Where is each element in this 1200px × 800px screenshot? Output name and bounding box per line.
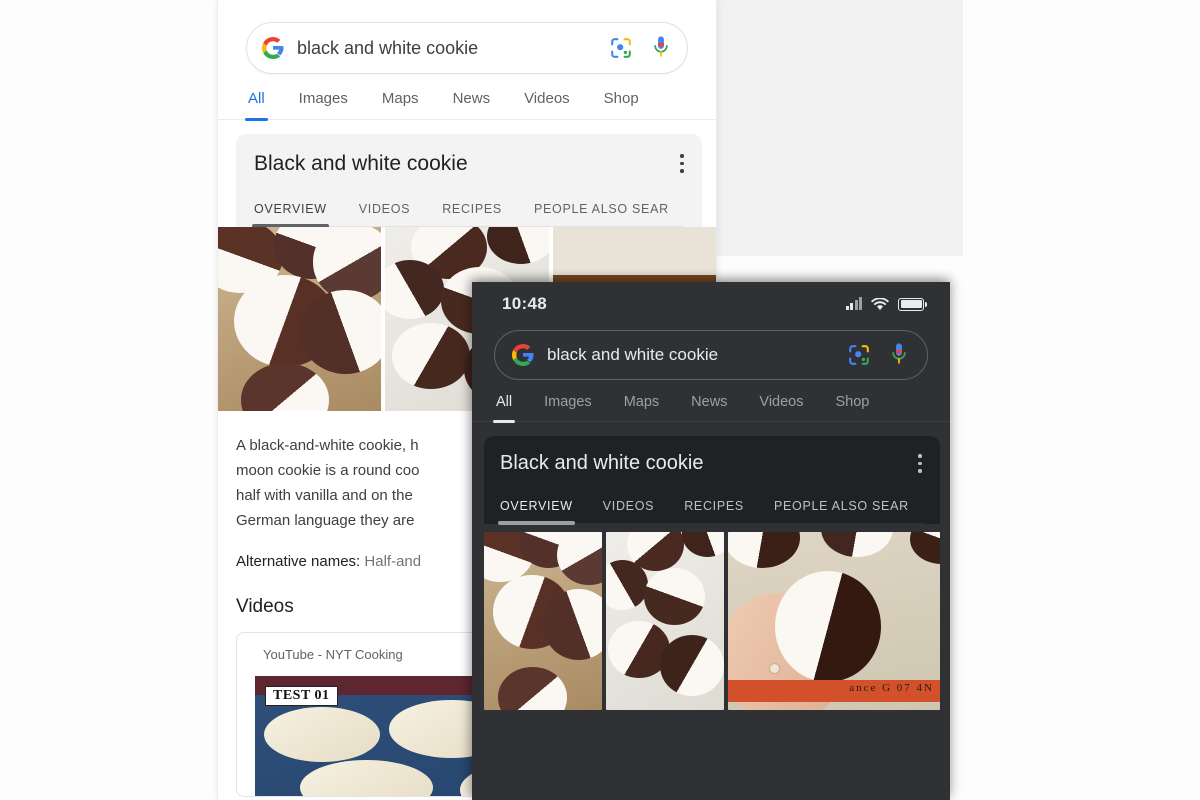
alternative-names-value: Half-and [364,553,422,570]
status-bar-icons [845,296,927,311]
light-knowledge-card-tabs[interactable]: OVERVIEW VIDEOS RECIPES PEOPLE ALSO SEAR [252,202,684,228]
light-kc-tab-videos[interactable]: VIDEOS [359,202,410,226]
dark-mode-phone-screenshot: 10:48 black and white cookie All Images … [472,282,950,800]
status-bar-clock: 10:48 [502,294,547,313]
dark-knowledge-card-images[interactable]: ance G 07 4N [484,532,940,710]
test-badge: TEST 01 [265,686,338,706]
light-tab-maps[interactable]: Maps [382,90,419,119]
light-tab-images[interactable]: Images [299,90,348,119]
dark-tab-images[interactable]: Images [544,394,592,421]
light-kc-tab-recipes[interactable]: RECIPES [442,202,502,226]
cell-signal-icon [845,297,862,310]
google-g-icon [262,37,284,59]
light-kc-image-1[interactable] [218,227,382,411]
alternative-names-label: Alternative names: [236,553,361,570]
light-knowledge-card: Black and white cookie OVERVIEW VIDEOS R… [236,134,702,228]
dark-knowledge-card-title: Black and white cookie [500,452,704,474]
dark-tab-shop[interactable]: Shop [836,394,870,421]
dark-knowledge-card: Black and white cookie OVERVIEW VIDEOS R… [484,436,940,525]
light-kc-tab-overview[interactable]: OVERVIEW [252,202,329,228]
dark-search-tabs[interactable]: All Images Maps News Videos Shop [472,394,950,423]
microphone-icon[interactable] [651,35,671,61]
dark-kc-image-3[interactable]: ance G 07 4N [728,532,940,710]
light-tab-all[interactable]: All [245,90,268,121]
google-lens-icon[interactable] [609,36,633,60]
screenshot-stage: black and white cookie All Images Maps N… [0,0,1200,800]
cookie-photo [484,532,602,710]
kebab-menu-icon[interactable] [918,454,922,473]
light-tab-news[interactable]: News [453,90,491,119]
baking-mat-strip: ance G 07 4N [728,680,940,702]
dark-search-bar[interactable]: black and white cookie [494,330,928,380]
light-kc-tab-people-also-search[interactable]: PEOPLE ALSO SEAR [534,202,669,226]
light-search-tabs[interactable]: All Images Maps News Videos Shop [218,90,716,121]
cookie-photo [218,227,382,411]
google-g-icon [512,344,534,366]
dark-search-area: black and white cookie [472,326,950,380]
dark-kc-tab-overview[interactable]: OVERVIEW [498,499,575,525]
dark-kc-image-2[interactable] [606,532,724,710]
battery-full-icon [898,297,927,311]
dark-status-bar: 10:48 [472,282,950,326]
dark-kc-image-1[interactable] [484,532,602,710]
dark-search-query: black and white cookie [547,345,719,364]
dark-tab-maps[interactable]: Maps [624,394,659,421]
wifi-icon [871,296,889,311]
dark-kc-tab-recipes[interactable]: RECIPES [684,499,744,523]
cookie-photo-hand: ance G 07 4N [728,532,940,710]
dark-tab-all[interactable]: All [492,394,516,423]
microphone-icon[interactable] [889,342,909,368]
light-search-query: black and white cookie [297,37,479,58]
light-tab-shop[interactable]: Shop [604,90,639,119]
light-search-bar[interactable]: black and white cookie [246,22,688,74]
google-lens-icon[interactable] [847,343,871,367]
dark-kc-tab-videos[interactable]: VIDEOS [603,499,654,523]
dark-kc-tab-people-also-search[interactable]: PEOPLE ALSO SEAR [774,499,909,523]
dark-tab-videos[interactable]: Videos [759,394,803,421]
cookie-photo [606,532,724,710]
light-knowledge-card-title: Black and white cookie [254,152,468,175]
light-search-area: black and white cookie [218,0,716,74]
dark-knowledge-card-tabs[interactable]: OVERVIEW VIDEOS RECIPES PEOPLE ALSO SEAR [498,499,924,525]
kebab-menu-icon[interactable] [680,154,684,173]
dark-tab-news[interactable]: News [691,394,727,421]
baking-mat-text: ance G 07 4N [849,682,934,694]
light-tab-videos[interactable]: Videos [524,90,570,119]
